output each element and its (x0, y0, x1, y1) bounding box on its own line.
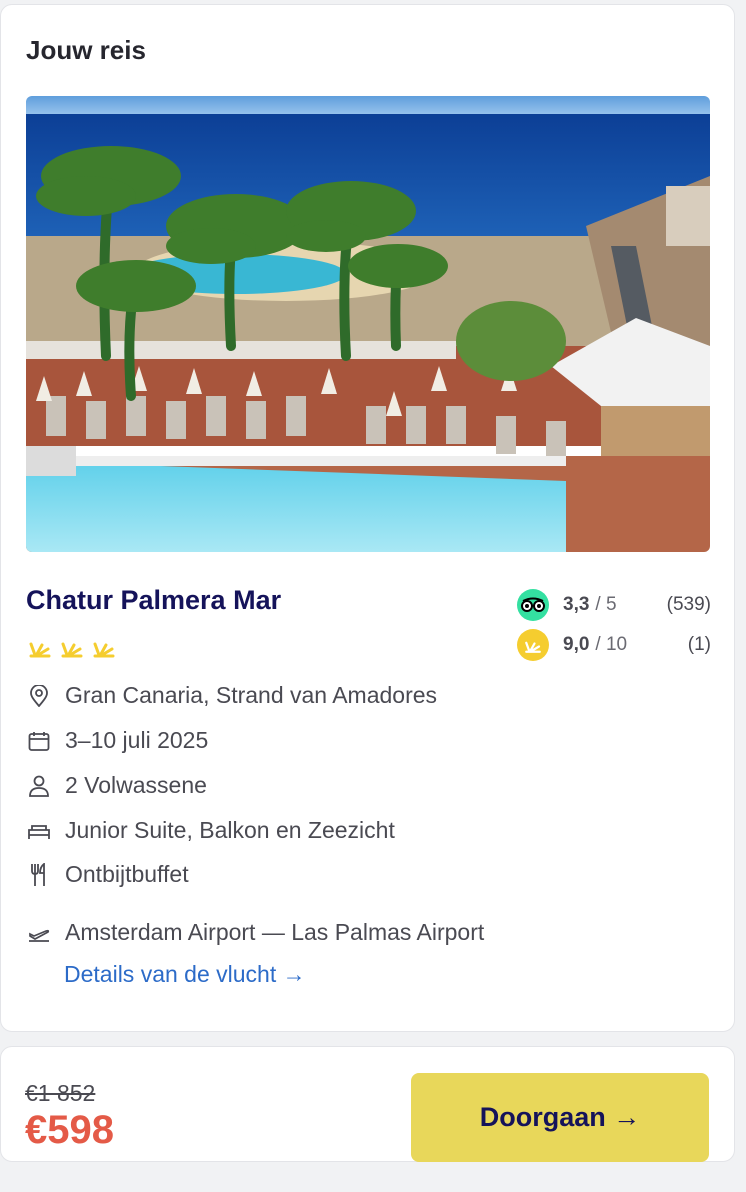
plane-icon (26, 920, 52, 946)
room-row: Junior Suite, Balkon en Zeezicht (26, 817, 395, 844)
hotel-photo[interactable] (26, 96, 710, 552)
sunweb-rating[interactable]: 9,0 / 10 (1) (517, 629, 711, 661)
cutlery-icon (26, 862, 52, 888)
room-text: Junior Suite, Balkon en Zeezicht (65, 817, 395, 843)
sun-star-icon (29, 642, 51, 658)
tripadvisor-icon (517, 589, 549, 621)
dates-text: 3–10 juli 2025 (65, 727, 209, 753)
bed-icon (26, 818, 52, 844)
flight-text: Amsterdam Airport — Las Palmas Airport (65, 919, 485, 945)
tripadvisor-scale: / 5 (595, 594, 617, 615)
current-price: €598 (25, 1108, 114, 1152)
hotel-name[interactable]: Chatur Palmera Mar (26, 585, 281, 616)
tripadvisor-rating[interactable]: 3,3 / 5 (539) (517, 589, 711, 621)
sunweb-review-count: (1) (687, 634, 711, 655)
person-icon (26, 773, 52, 799)
sunweb-scale: / 10 (595, 634, 628, 655)
flight-row: Amsterdam Airport — Las Palmas Airport (26, 919, 484, 946)
board-text: Ontbijtbuffet (65, 861, 189, 887)
location-text: Gran Canaria, Strand van Amadores (65, 682, 438, 708)
dates-row: 3–10 juli 2025 (26, 727, 208, 754)
sunweb-logo-icon (517, 629, 549, 661)
trip-card: Jouw reis Chatur Palmera Mar 3,3 / 5 (53… (0, 4, 735, 1032)
flight-details-link[interactable]: Details van de vlucht → (64, 961, 306, 988)
tripadvisor-score: 3,3 (563, 594, 590, 615)
trip-title: Jouw reis (26, 35, 146, 65)
sunweb-score: 9,0 (563, 634, 590, 655)
star-rating (28, 635, 116, 659)
old-price: €1 852 (25, 1080, 96, 1106)
travellers-text: 2 Volwassene (65, 772, 207, 798)
sun-star-icon (93, 642, 115, 658)
calendar-icon (26, 728, 52, 754)
location-row: Gran Canaria, Strand van Amadores (26, 682, 437, 709)
tripadvisor-review-count: (539) (666, 594, 711, 615)
travellers-row: 2 Volwassene (26, 772, 207, 799)
continue-button[interactable]: Doorgaan → (411, 1073, 709, 1162)
location-pin-icon (26, 683, 52, 709)
sun-star-icon (61, 642, 83, 658)
board-row: Ontbijtbuffet (26, 861, 189, 888)
